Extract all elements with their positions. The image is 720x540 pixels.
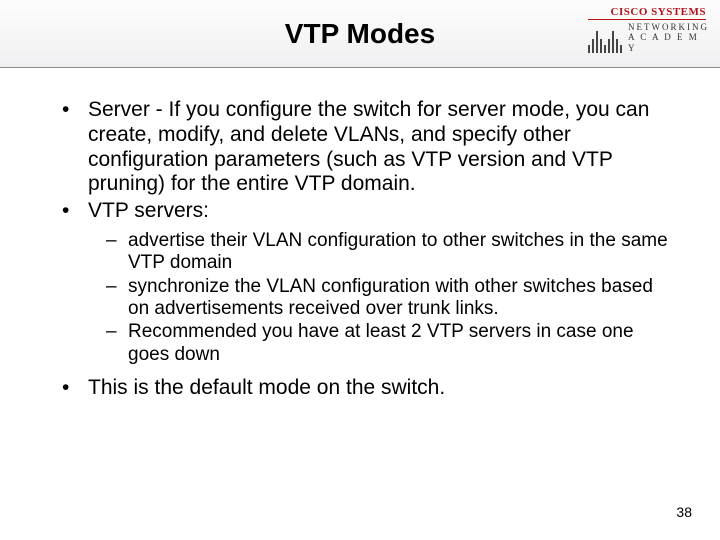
bullet-default-mode: This is the default mode on the switch. [88,376,680,401]
logo-academy-text: NETWORKING A C A D E M Y [628,22,709,53]
slide-content: Server - If you configure the switch for… [0,68,720,401]
main-bullet-list: Server - If you configure the switch for… [40,98,680,401]
logo-brand-text: CISCO SYSTEMS [588,6,706,20]
sub-bullet-recommended: Recommended you have at least 2 VTP serv… [128,321,670,366]
sub-bullet-synchronize: synchronize the VLAN configuration with … [128,276,670,321]
cisco-logo: CISCO SYSTEMS NETWORKING A C A D E M Y [588,6,706,66]
sub-bullet-list: advertise their VLAN configuration to ot… [88,230,670,366]
slide-header: VTP Modes CISCO SYSTEMS NETWORKING A C A… [0,0,720,68]
page-number: 38 [676,504,692,520]
bullet-server: Server - If you configure the switch for… [88,98,680,197]
sub-bullet-advertise: advertise their VLAN configuration to ot… [128,230,670,275]
bridge-icon [588,23,622,53]
bullet-vtp-servers: VTP servers: advertise their VLAN config… [88,199,680,366]
bullet-vtp-servers-label: VTP servers: [88,199,209,222]
